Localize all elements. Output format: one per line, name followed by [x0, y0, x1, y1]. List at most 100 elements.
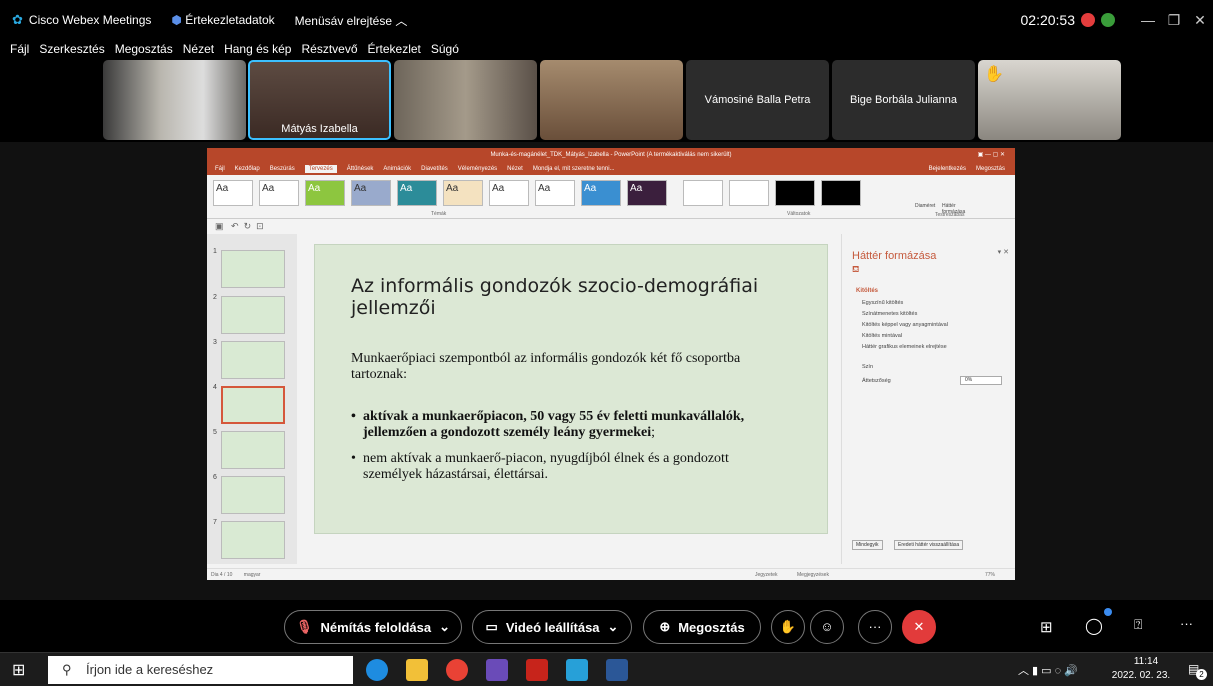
- share-button[interactable]: ⊕ Megosztás: [643, 610, 761, 644]
- pane-close-icon[interactable]: ▾ ✕: [998, 248, 1009, 256]
- slide-thumb-7[interactable]: [221, 521, 285, 559]
- signin-link[interactable]: Bejelentkezés: [929, 166, 966, 172]
- variant-3[interactable]: [775, 180, 815, 206]
- ppt-share-button[interactable]: Megosztás: [976, 166, 1005, 172]
- variant-1[interactable]: [683, 180, 723, 206]
- theme-6[interactable]: Aa: [443, 180, 483, 206]
- reset-background-button[interactable]: Eredeti háttér visszaállítása: [894, 540, 964, 550]
- apply-all-button[interactable]: Mindegyik: [852, 540, 883, 550]
- theme-9[interactable]: Aa: [581, 180, 621, 206]
- network-icon[interactable]: [1101, 13, 1115, 27]
- ppt-window-controls[interactable]: ▣ — ▢ ✕: [978, 148, 1005, 162]
- menu-participant[interactable]: Résztvevő: [301, 42, 357, 56]
- menu-audio-video[interactable]: Hang és kép: [224, 42, 291, 56]
- word-icon[interactable]: [606, 659, 628, 681]
- menu-view[interactable]: Nézet: [183, 42, 214, 56]
- tab-view[interactable]: Nézet: [507, 166, 523, 172]
- leave-meeting-button[interactable]: ✕: [902, 610, 936, 644]
- redo-icon[interactable]: ↻: [244, 221, 252, 231]
- reactions-button[interactable]: ☺: [810, 610, 844, 644]
- video-tile-6[interactable]: Bige Borbála Julianna: [832, 60, 975, 140]
- tab-design[interactable]: Tervezés: [304, 164, 337, 173]
- pattern-fill-option[interactable]: Kitöltés mintával: [862, 333, 902, 339]
- picture-fill-option[interactable]: Kitöltés képpel vagy anyagmintával: [862, 322, 948, 328]
- gradient-fill-option[interactable]: Színátmenetes kitöltés: [862, 311, 917, 317]
- theme-7[interactable]: Aa: [489, 180, 529, 206]
- restore-icon[interactable]: ❐: [1161, 12, 1187, 29]
- chrome-icon[interactable]: [446, 659, 468, 681]
- menu-meeting[interactable]: Értekezlet: [368, 42, 421, 56]
- theme-4[interactable]: Aa: [351, 180, 391, 206]
- solid-fill-option[interactable]: Egyszínű kitöltés: [862, 300, 903, 306]
- menu-help[interactable]: Súgó: [431, 42, 459, 56]
- clock-time[interactable]: 11:14: [1116, 656, 1176, 667]
- slide-thumb-6[interactable]: [221, 476, 285, 514]
- stop-video-button[interactable]: ▭ Videó leállítása ⌄: [472, 610, 632, 644]
- fill-section-header[interactable]: Kitöltés: [856, 288, 878, 294]
- video-tile-5[interactable]: Vámosiné Balla Petra: [686, 60, 829, 140]
- slide-thumb-5[interactable]: [221, 431, 285, 469]
- save-icon[interactable]: ▣: [215, 221, 224, 231]
- chevron-down-icon[interactable]: ⌄: [608, 619, 619, 635]
- slide-canvas[interactable]: Az informális gondozók szocio-demográfia…: [314, 244, 828, 534]
- zoom-level[interactable]: 77%: [985, 569, 995, 580]
- menu-share[interactable]: Megosztás: [115, 42, 173, 56]
- present-icon[interactable]: ⊡: [256, 221, 264, 231]
- taskbar-search[interactable]: ⚲ Írjon ide a kereséshez: [48, 656, 353, 684]
- theme-10[interactable]: Aa: [627, 180, 667, 206]
- slide-thumb-1[interactable]: [221, 250, 285, 288]
- record-icon[interactable]: [1081, 13, 1095, 27]
- theme-8[interactable]: Aa: [535, 180, 575, 206]
- menu-file[interactable]: Fájl: [10, 42, 29, 56]
- theme-2[interactable]: Aa: [259, 180, 299, 206]
- theme-5[interactable]: Aa: [397, 180, 437, 206]
- slide-thumb-3[interactable]: [221, 341, 285, 379]
- explorer-icon[interactable]: [406, 659, 428, 681]
- layout-icon[interactable]: ⊞: [1040, 618, 1053, 636]
- slide-thumb-2[interactable]: [221, 296, 285, 334]
- meeting-info-button[interactable]: ⬢ Értekezletadatok: [171, 13, 274, 27]
- windows-start-icon[interactable]: ⊞: [12, 660, 25, 680]
- transparency-input[interactable]: 0%: [960, 376, 1002, 385]
- more-options-button[interactable]: ···: [858, 610, 892, 644]
- raise-hand-button[interactable]: ✋: [771, 610, 805, 644]
- paint-bucket-icon[interactable]: ⛾: [852, 264, 859, 276]
- video-tile-1[interactable]: [103, 60, 246, 140]
- acrobat-icon[interactable]: [526, 659, 548, 681]
- video-tile-4[interactable]: [540, 60, 683, 140]
- menu-edit[interactable]: Szerkesztés: [39, 42, 104, 56]
- tab-home[interactable]: Kezdőlap: [235, 166, 260, 172]
- video-tile-3[interactable]: [394, 60, 537, 140]
- webex-taskbar-icon[interactable]: [566, 659, 588, 681]
- comments-button[interactable]: Megjegyzések: [797, 569, 829, 580]
- chevron-down-icon[interactable]: ⌄: [439, 619, 450, 635]
- variant-4[interactable]: [821, 180, 861, 206]
- unmute-button[interactable]: 🎙 Némítás feloldása ⌄: [284, 610, 462, 644]
- video-tile-active[interactable]: Mátyás Izabella: [248, 60, 391, 140]
- hide-bg-graphics-checkbox[interactable]: Háttér grafikus elemeinek elrejtése: [862, 344, 947, 350]
- save-app-icon[interactable]: [486, 659, 508, 681]
- help-icon[interactable]: ⍰: [1134, 616, 1142, 633]
- tab-animations[interactable]: Animációk: [383, 166, 411, 172]
- video-tile-7[interactable]: ✋: [978, 60, 1121, 140]
- undo-icon[interactable]: ↶: [231, 221, 239, 231]
- more-icon[interactable]: ···: [1180, 616, 1193, 631]
- slide-thumb-4[interactable]: [221, 386, 285, 424]
- edge-icon[interactable]: [366, 659, 388, 681]
- tab-review[interactable]: Véleményezés: [458, 166, 497, 172]
- tab-file[interactable]: Fájl: [215, 166, 225, 172]
- tab-insert[interactable]: Beszúrás: [270, 166, 295, 172]
- hide-menu-button[interactable]: Menüsáv elrejtése ︿: [295, 12, 408, 29]
- chat-icon[interactable]: ◯: [1085, 616, 1103, 636]
- variant-2[interactable]: [729, 180, 769, 206]
- tab-slideshow[interactable]: Diavetítés: [421, 166, 448, 172]
- tab-transitions[interactable]: Áttűnések: [347, 166, 374, 172]
- tell-me-box[interactable]: Mondja el, mit szeretne tenni...: [533, 166, 615, 172]
- theme-1[interactable]: Aa: [213, 180, 253, 206]
- slide-size-button[interactable]: Diaméret: [915, 203, 935, 209]
- theme-3[interactable]: Aa: [305, 180, 345, 206]
- language-indicator[interactable]: magyar: [244, 572, 261, 578]
- clock-date[interactable]: 2022. 02. 23.: [1106, 670, 1176, 681]
- close-icon[interactable]: ✕: [1187, 12, 1213, 29]
- minimize-icon[interactable]: —: [1135, 12, 1161, 28]
